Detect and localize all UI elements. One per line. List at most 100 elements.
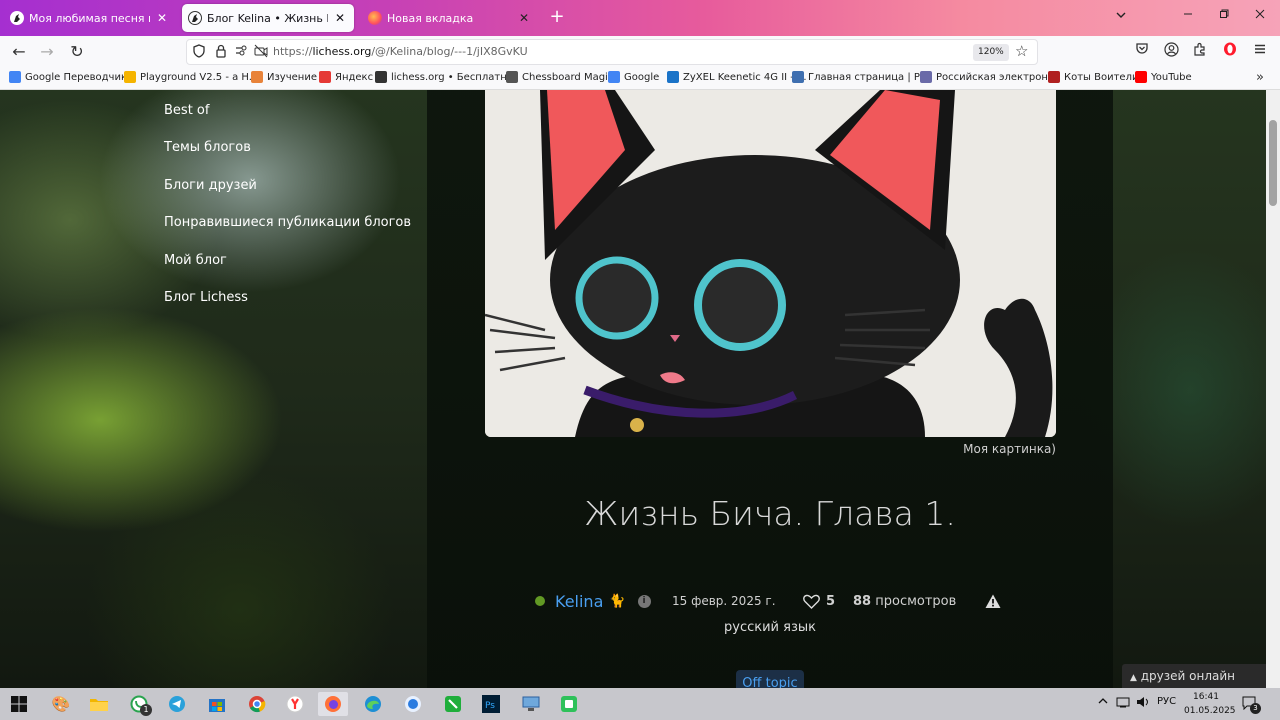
bookmark-item[interactable]: Playground V2.5 - a H...	[124, 71, 258, 83]
lock-icon[interactable]	[213, 44, 229, 60]
topic-tag[interactable]: Off topic	[736, 670, 804, 688]
patron-badge-icon: 🐈	[609, 593, 626, 609]
bookmark-item[interactable]: lichess.org • Бесплатн...	[375, 71, 516, 83]
network-icon[interactable]	[1116, 696, 1130, 711]
notification-badge: 1	[140, 704, 152, 716]
bookmark-item[interactable]: Яндекс	[319, 71, 373, 83]
restore-button[interactable]	[1214, 8, 1234, 26]
bookmark-item[interactable]: Изучение	[251, 71, 317, 83]
yandex-icon	[319, 71, 331, 83]
url-text[interactable]: https://lichess.org/@/Kelina/blog/---1/j…	[273, 45, 528, 58]
firefox-taskbar-icon[interactable]	[318, 692, 348, 716]
page-scrollbar[interactable]	[1266, 90, 1280, 688]
permissions-icon[interactable]	[235, 44, 251, 60]
close-window-button[interactable]	[1250, 8, 1270, 26]
opera-icon[interactable]	[1220, 42, 1240, 62]
bookmark-item[interactable]: Главная страница | Р...	[792, 71, 929, 83]
zyxel-icon	[667, 71, 679, 83]
camera-blocked-icon[interactable]	[253, 44, 269, 60]
tab-new-tab[interactable]: Новая вкладка ✕	[362, 4, 538, 32]
whatsapp-icon[interactable]: 1	[124, 692, 154, 716]
scrollbar-thumb[interactable]	[1269, 120, 1277, 206]
notification-center-icon[interactable]: 3	[1242, 696, 1261, 714]
close-tab-icon[interactable]: ✕	[332, 11, 348, 25]
volume-icon[interactable]	[1136, 696, 1150, 711]
post-date: 15 февр. 2025 г.	[672, 594, 776, 608]
telegram-icon[interactable]	[162, 692, 192, 716]
app-menu-icon[interactable]	[1250, 42, 1270, 62]
bookmark-item[interactable]: YouTube	[1135, 71, 1192, 83]
phone-link-icon[interactable]	[438, 692, 468, 716]
system-clock[interactable]: 16:41 01.05.2025	[1184, 690, 1236, 718]
friends-online-box[interactable]: ▲ друзей онлайн	[1122, 664, 1270, 688]
bookmark-item[interactable]: Google	[608, 71, 659, 83]
computer-icon[interactable]	[516, 692, 546, 716]
sidebar-item-my-blog[interactable]: Мой блог	[164, 252, 411, 289]
sidebar-item-friends-blogs[interactable]: Блоги друзей	[164, 177, 411, 214]
report-button[interactable]	[985, 590, 1001, 612]
pocket-icon[interactable]	[1132, 42, 1152, 62]
paint-app-icon[interactable]: 🎨	[46, 692, 76, 716]
tab-kelina-blog[interactable]: Блог Kelina • Жизнь Бича. Глав ✕	[182, 4, 354, 32]
close-tab-icon[interactable]: ✕	[154, 11, 170, 25]
microsoft-store-icon[interactable]	[202, 692, 232, 716]
bookmark-item[interactable]: Коты Воители	[1048, 71, 1138, 83]
online-status-dot	[535, 596, 545, 606]
url-bar[interactable]: https://lichess.org/@/Kelina/blog/---1/j…	[186, 39, 1038, 65]
google-icon	[608, 71, 620, 83]
reload-button[interactable]: ↻	[66, 42, 88, 64]
tracking-shield-icon[interactable]	[191, 44, 207, 60]
learn-icon	[251, 71, 263, 83]
lichess-icon	[10, 11, 24, 25]
notification-count: 3	[1250, 703, 1261, 714]
library-icon	[920, 71, 932, 83]
show-hidden-icons-icon[interactable]	[1097, 696, 1109, 709]
green-app-icon[interactable]	[554, 692, 584, 716]
bookmark-label: Российская электрон...	[936, 71, 1058, 83]
tab-favorite-song[interactable]: Моя любимая песня про кото ✕	[4, 4, 176, 32]
views: 88 просмотров	[853, 590, 956, 612]
post-language: русский язык	[724, 620, 816, 635]
sidebar-item-best-of[interactable]: Best of	[164, 102, 411, 139]
like-button[interactable]: 5	[803, 590, 835, 612]
hugging-face-icon	[124, 71, 136, 83]
edge-icon[interactable]	[358, 692, 388, 716]
author-link[interactable]: Kelina	[555, 592, 603, 611]
sidebar-item-lichess-blog[interactable]: Блог Lichess	[164, 289, 411, 326]
bookmark-item[interactable]: ZyXEL Keenetic 4G II - ...	[667, 71, 807, 83]
sidebar-item-liked-posts[interactable]: Понравившиеся публикации блогов	[164, 214, 411, 251]
forward-button[interactable]: →	[36, 42, 58, 64]
warning-icon	[985, 594, 1001, 608]
new-tab-button[interactable]: +	[546, 7, 568, 29]
photoshop-icon[interactable]: Ps	[476, 692, 506, 716]
tab-strip: Моя любимая песня про кото ✕ Блог Kelina…	[0, 0, 1280, 36]
zoom-level-button[interactable]: 120%	[973, 44, 1009, 61]
yandex-browser-icon[interactable]	[280, 692, 310, 716]
lichess-icon	[375, 71, 387, 83]
bookmark-item[interactable]: Российская электрон...	[920, 71, 1057, 83]
bookmarks-toolbar: Google Переводчик Playground V2.5 - a H..…	[0, 68, 1280, 90]
post-author: Kelina 🐈 i	[535, 590, 651, 612]
sidebar-item-blog-topics[interactable]: Темы блогов	[164, 139, 411, 176]
tab-title: Блог Kelina • Жизнь Бича. Глав	[207, 11, 328, 25]
back-button[interactable]: ←	[8, 42, 30, 64]
list-all-tabs-button[interactable]	[1112, 9, 1130, 27]
close-tab-icon[interactable]: ✕	[516, 11, 532, 25]
bookmark-star-icon[interactable]: ☆	[1015, 42, 1028, 60]
minimize-icon	[1184, 13, 1192, 15]
account-icon[interactable]	[1161, 42, 1181, 62]
start-button[interactable]	[4, 692, 34, 716]
bookmark-item[interactable]: Chessboard Magic	[506, 71, 613, 83]
minimize-button[interactable]	[1178, 8, 1198, 26]
chrome-icon[interactable]	[242, 692, 272, 716]
more-bookmarks-icon[interactable]: »	[1256, 70, 1264, 85]
extensions-icon[interactable]	[1190, 42, 1210, 62]
friends-online-label: друзей онлайн	[1140, 669, 1235, 683]
post-title: Жизнь Бича. Глава 1.	[584, 494, 956, 533]
app-icon-blue[interactable]	[398, 692, 428, 716]
info-icon[interactable]: i	[637, 594, 651, 608]
bookmark-item[interactable]: Google Переводчик	[9, 71, 127, 83]
keyboard-language[interactable]: РУС	[1157, 696, 1176, 707]
file-explorer-icon[interactable]	[84, 692, 114, 716]
tab-title: Новая вкладка	[387, 11, 474, 25]
